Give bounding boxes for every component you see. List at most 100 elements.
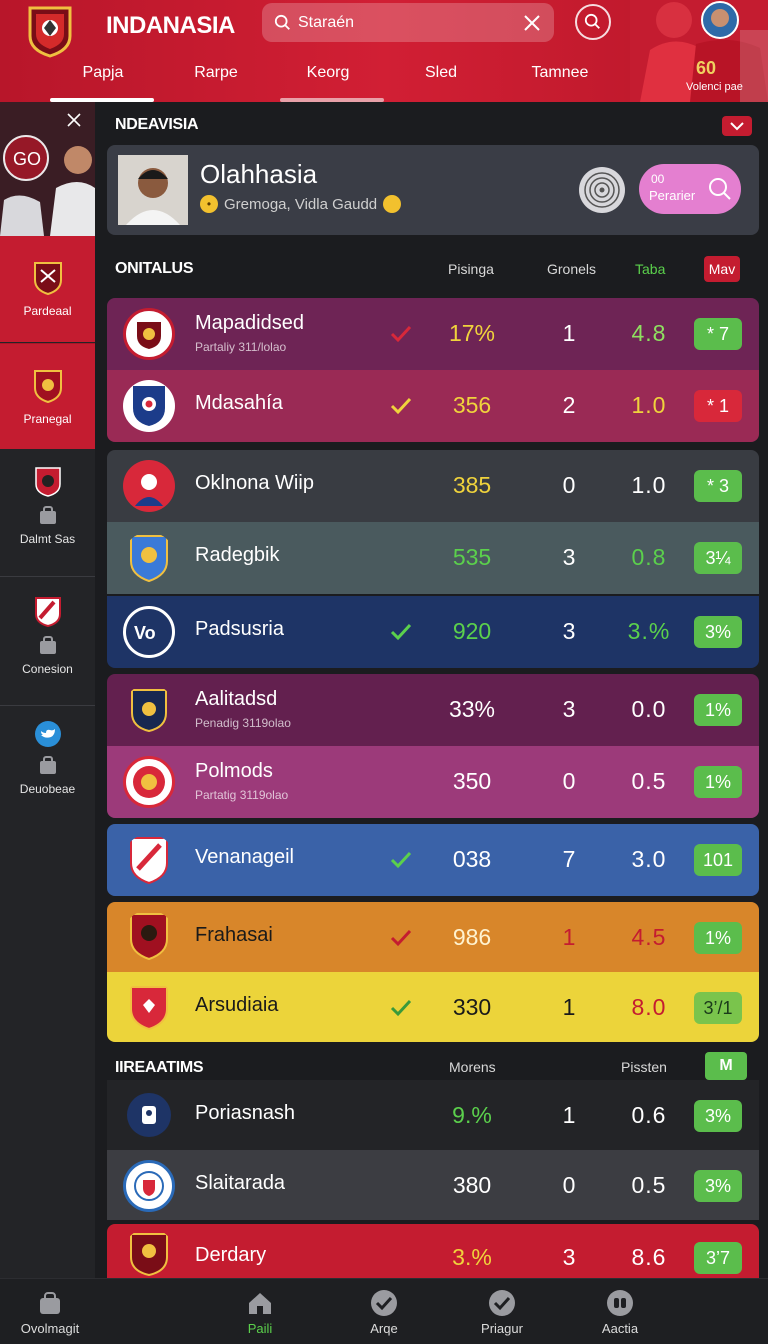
status-badge[interactable]: 3% bbox=[694, 1100, 742, 1132]
table-row[interactable]: Poriasnash 9.% 1 0.6 3% bbox=[107, 1080, 759, 1150]
status-badge[interactable]: 3¼ bbox=[694, 542, 742, 574]
sidebar-item-pranegal[interactable]: Pranegal bbox=[0, 343, 95, 449]
stat-value: 1 bbox=[562, 994, 576, 1020]
search-button[interactable] bbox=[575, 4, 611, 40]
bottom-nav: Ovolmagit Paili Arqe Priagur Aactia bbox=[0, 1278, 768, 1344]
bottom-tab-ovolmagit[interactable]: Ovolmagit bbox=[0, 1289, 100, 1336]
table-row[interactable]: Frahasai 986 1 4.5 1% bbox=[107, 902, 759, 972]
stat-value: 0 bbox=[562, 768, 576, 794]
status-badge[interactable]: 3’/1 bbox=[694, 992, 742, 1024]
team-name: Arsudiaia bbox=[195, 994, 279, 1016]
table-row[interactable]: Aalitadsd Penadig 3119olao 33% 3 0.0 1% bbox=[107, 674, 759, 746]
bottom-tab-arqe[interactable]: Arqe bbox=[334, 1289, 434, 1336]
tab-rarpe[interactable]: Rarpe bbox=[161, 64, 271, 82]
team-crest-icon bbox=[123, 834, 175, 886]
search-input[interactable] bbox=[298, 13, 522, 32]
search-icon bbox=[584, 13, 600, 29]
team-group: Aalitadsd Penadig 3119olao 33% 3 0.0 1% … bbox=[107, 674, 759, 818]
table-title: ONITALUS bbox=[115, 260, 194, 277]
team-crest-icon bbox=[123, 460, 175, 512]
col-header[interactable]: Gronels bbox=[547, 261, 596, 277]
bottom-tab-priagur[interactable]: Priagur bbox=[452, 1289, 552, 1336]
status-badge[interactable]: 1% bbox=[694, 694, 742, 726]
stat-value: 4.5 bbox=[631, 924, 667, 950]
team-subtitle: Partaliy 311/lolao bbox=[195, 340, 287, 354]
team-crest-icon bbox=[123, 980, 175, 1032]
status-badge[interactable]: 3% bbox=[694, 1170, 742, 1202]
status-badge[interactable]: 1% bbox=[694, 766, 742, 798]
table-row[interactable]: Venanageil 038 7 3.0 101 bbox=[107, 824, 759, 896]
top-header: INDANASIA Staraén 60 Volenci pae Papja R… bbox=[0, 0, 768, 102]
col-header[interactable]: Pissten bbox=[621, 1059, 667, 1075]
close-icon[interactable] bbox=[522, 13, 542, 33]
stat-value: 350 bbox=[452, 768, 492, 794]
table-row[interactable]: Polmods Partatig 3119olao 350 0 0.5 1% bbox=[107, 746, 759, 818]
stat-value: 356 bbox=[452, 392, 492, 418]
team-group: Venanageil 038 7 3.0 101 bbox=[107, 824, 759, 896]
tab-sled[interactable]: Sled bbox=[386, 64, 496, 82]
sidebar-hero-image[interactable]: GO bbox=[0, 102, 95, 236]
table-row[interactable]: Derdary 3.% 3 8.6 3’7 bbox=[107, 1224, 759, 1278]
team-name: Oklnona Wiip bbox=[195, 472, 314, 494]
stat-value: 17% bbox=[448, 320, 496, 346]
stat-value: 0.5 bbox=[631, 1172, 667, 1198]
table-row[interactable]: Mapadidsed Partaliy 311/lolao 17% 1 4.8 … bbox=[107, 298, 759, 370]
hero-player-image: 60 Volenci pae bbox=[630, 0, 768, 102]
button-label: Perarier bbox=[649, 188, 696, 203]
table-row[interactable]: Arsudiaia 330 1 8.0 3’/1 bbox=[107, 972, 759, 1042]
perarier-button[interactable]: 00 Perarier bbox=[639, 164, 741, 214]
collapse-button[interactable] bbox=[722, 116, 752, 136]
col-header[interactable]: Taba bbox=[635, 261, 665, 277]
table-row[interactable]: Vo Padsusria 920 3 3.% 3% bbox=[107, 596, 759, 668]
bag-icon bbox=[39, 756, 56, 774]
team-name: Polmods bbox=[195, 760, 273, 782]
stat-value: 385 bbox=[452, 472, 492, 498]
shuffle-icon[interactable] bbox=[66, 112, 82, 128]
check-icon bbox=[390, 325, 412, 343]
sidebar-item-dalmt-sas[interactable]: Dalmt Sas bbox=[0, 466, 95, 546]
fingerprint-icon[interactable] bbox=[577, 165, 627, 215]
stat-value: 0.8 bbox=[631, 544, 667, 570]
featured-player-card[interactable]: Olahhasia • Gremoga, Vidla Gaudd 00 Pera… bbox=[107, 145, 759, 235]
tab-tamnee[interactable]: Tamnee bbox=[505, 64, 615, 82]
table-row[interactable]: Mdasahía 356 2 1.0 * 1 bbox=[107, 370, 759, 442]
tab-keorg[interactable]: Keorg bbox=[273, 64, 383, 82]
stat-value: 0.0 bbox=[631, 696, 667, 722]
status-badge[interactable]: 3% bbox=[694, 616, 742, 648]
status-badge[interactable]: 101 bbox=[694, 844, 742, 876]
sidebar-item-label: Conesion bbox=[22, 662, 73, 676]
status-badge[interactable]: * 7 bbox=[694, 318, 742, 350]
stat-value: 3 bbox=[562, 696, 576, 722]
stat-value: 7 bbox=[562, 846, 576, 872]
col-header[interactable]: Morens bbox=[449, 1059, 496, 1075]
col-header-badge[interactable]: Mav bbox=[704, 256, 740, 282]
search-bar[interactable] bbox=[262, 3, 554, 42]
tab-papja[interactable]: Papja bbox=[48, 64, 158, 82]
bag-icon bbox=[40, 1292, 60, 1314]
sidebar-item-label: Dalmt Sas bbox=[19, 532, 76, 546]
sidebar-item-deuobeae[interactable]: Deuobeae bbox=[0, 720, 95, 796]
status-badge[interactable]: 3’7 bbox=[694, 1242, 742, 1274]
bottom-tab-aactia[interactable]: Aactia bbox=[570, 1289, 670, 1336]
table-row[interactable]: Slaitarada 380 0 0.5 3% bbox=[107, 1150, 759, 1220]
team-crest-icon bbox=[127, 1093, 171, 1137]
club-crest-logo[interactable] bbox=[22, 4, 78, 58]
stat-value: 3 bbox=[562, 618, 576, 644]
sidebar-item-label: Pranegal bbox=[23, 411, 72, 426]
sidebar-item-pardeaal[interactable]: Pardeaal bbox=[0, 236, 95, 342]
sidebar-divider bbox=[0, 576, 95, 577]
status-badge[interactable]: 1% bbox=[694, 922, 742, 954]
bottom-tab-paili[interactable]: Paili bbox=[210, 1289, 310, 1336]
table-row[interactable]: Radegbik 535 3 0.8 3¼ bbox=[107, 522, 759, 594]
stat-value: 9.% bbox=[452, 1102, 492, 1128]
bottom-tab-label: Arqe bbox=[370, 1321, 398, 1336]
stat-value: 986 bbox=[452, 924, 492, 950]
col-header-badge[interactable]: M bbox=[705, 1052, 747, 1080]
table-row[interactable]: Oklnona Wiip 385 0 1.0 * 3 bbox=[107, 450, 759, 522]
team-group: Oklnona Wiip 385 0 1.0 * 3 Radegbik 535 … bbox=[107, 450, 759, 668]
col-header[interactable]: Pisinga bbox=[448, 261, 494, 277]
sidebar-item-conesion[interactable]: Conesion bbox=[0, 596, 95, 676]
status-badge[interactable]: * 3 bbox=[694, 470, 742, 502]
team-crest-icon bbox=[123, 532, 175, 584]
status-badge[interactable]: * 1 bbox=[694, 390, 742, 422]
